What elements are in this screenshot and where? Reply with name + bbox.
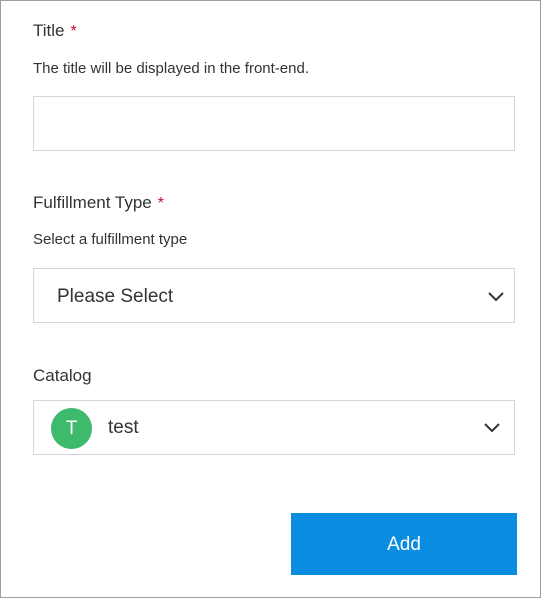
add-button[interactable]: Add	[291, 513, 517, 575]
chevron-down-icon[interactable]	[487, 291, 505, 303]
title-hint: The title will be displayed in the front…	[33, 60, 309, 77]
catalog-avatar: T	[51, 408, 92, 449]
title-input-wrapper	[33, 96, 515, 151]
chevron-down-icon[interactable]	[483, 422, 501, 434]
fulfillment-type-label-text: Fulfillment Type	[33, 193, 152, 212]
required-marker: *	[157, 195, 164, 212]
title-label: Title *	[33, 21, 77, 42]
fulfillment-type-selected-value: Please Select	[57, 286, 174, 307]
catalog-selected-value: test	[108, 417, 139, 438]
catalog-label: Catalog	[33, 366, 92, 385]
form-panel: Title * The title will be displayed in th…	[0, 0, 541, 598]
fulfillment-type-label: Fulfillment Type *	[33, 193, 164, 214]
required-marker: *	[70, 23, 77, 40]
catalog-select[interactable]: T test	[33, 400, 515, 455]
title-label-text: Title	[33, 21, 65, 40]
title-input[interactable]	[34, 97, 514, 150]
fulfillment-type-hint: Select a fulfillment type	[33, 231, 188, 248]
fulfillment-type-select[interactable]: Please Select	[33, 268, 515, 323]
